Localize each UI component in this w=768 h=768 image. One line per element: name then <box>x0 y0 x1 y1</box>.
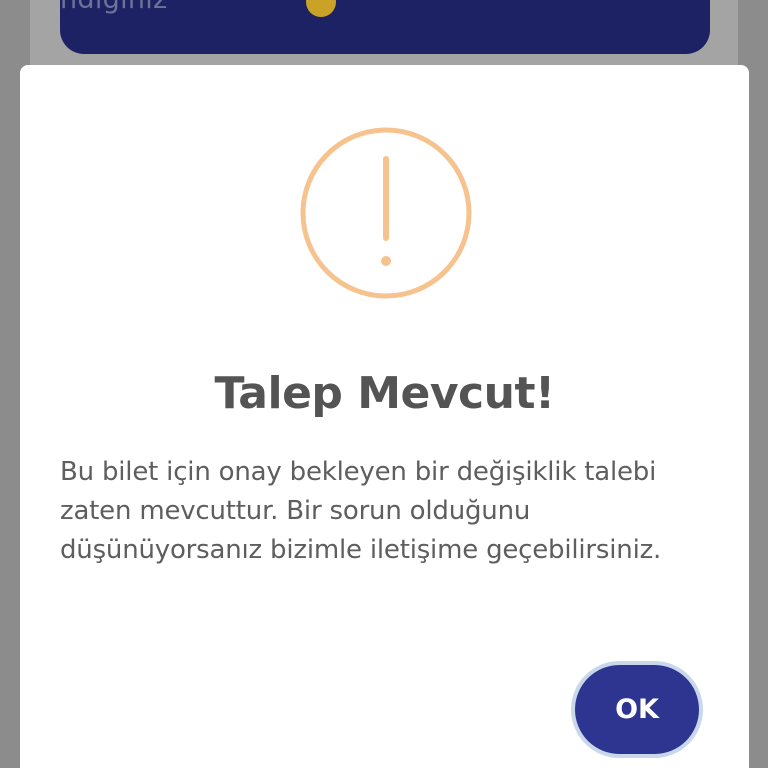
alert-dialog: Talep Mevcut! Bu bilet için onay bekleye… <box>20 65 749 768</box>
smiling-face-emoji-icon <box>306 0 336 17</box>
dialog-title: Talep Mevcut! <box>214 368 555 419</box>
background-banner-text: ndığınız <box>60 0 168 15</box>
exclamation-circle-icon <box>300 127 472 299</box>
dialog-message: Bu bilet için onay bekleyen bir değişikl… <box>60 457 662 565</box>
background-banner: ndığınız <box>60 0 710 54</box>
ok-button[interactable]: OK <box>575 665 699 754</box>
